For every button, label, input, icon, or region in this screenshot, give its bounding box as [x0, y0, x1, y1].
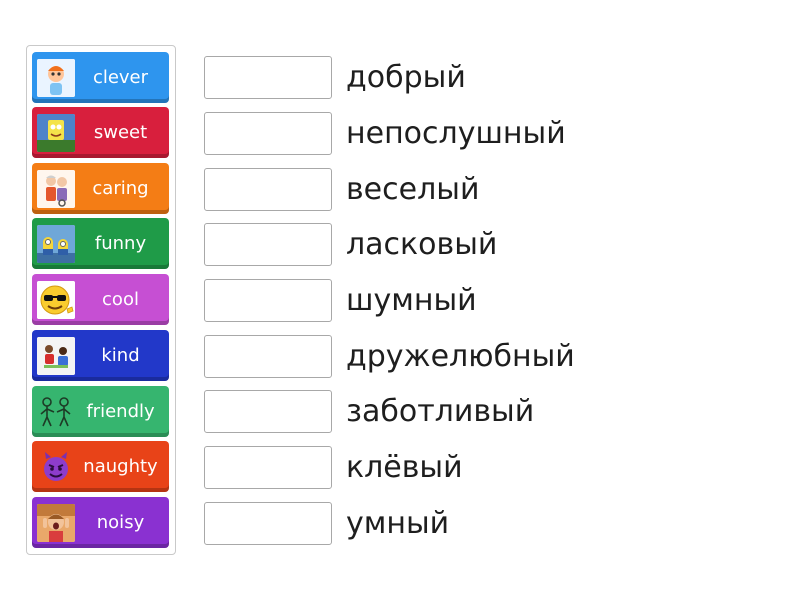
tile-label: noisy	[96, 512, 145, 533]
sunglasses-emoji-icon	[37, 280, 75, 319]
match-row: веселый	[204, 166, 479, 212]
tile-naughty[interactable]: naughty	[32, 441, 169, 492]
tile-sweet[interactable]: sweet	[32, 107, 169, 158]
children-helping-icon	[37, 336, 75, 375]
drop-box[interactable]	[204, 278, 332, 322]
drop-box[interactable]	[204, 111, 332, 155]
drop-box[interactable]	[204, 445, 332, 489]
target-word: веселый	[346, 171, 480, 207]
target-word: дружелюбный	[346, 338, 575, 374]
match-row: клёвый	[204, 444, 463, 490]
target-word: непослушный	[346, 115, 566, 151]
match-row: непослушный	[204, 110, 566, 156]
minions-icon	[37, 224, 75, 263]
target-word: клёвый	[346, 449, 463, 485]
match-row: шумный	[204, 277, 477, 323]
devil-emoji-icon	[37, 448, 75, 486]
tile-friendly[interactable]: friendly	[32, 386, 169, 437]
tile-label: friendly	[86, 401, 155, 422]
tile-label: kind	[101, 345, 140, 366]
tile-label: cool	[102, 289, 139, 310]
tile-label: naughty	[83, 456, 158, 477]
elderly-couple-icon	[37, 169, 75, 208]
drop-box[interactable]	[204, 222, 332, 266]
sponge-cartoon-icon	[37, 113, 75, 152]
match-row: дружелюбный	[204, 333, 575, 379]
target-word: добрый	[346, 59, 466, 95]
tile-label: clever	[92, 67, 149, 88]
drop-box[interactable]	[204, 55, 332, 99]
target-word: шумный	[346, 282, 477, 318]
tile-label: sweet	[93, 122, 148, 143]
tile-cool[interactable]: cool	[32, 274, 169, 325]
tile-funny[interactable]: funny	[32, 218, 169, 269]
drop-box[interactable]	[204, 167, 332, 211]
drop-box[interactable]	[204, 501, 332, 545]
match-row: заботливый	[204, 388, 534, 434]
tile-label: caring	[92, 178, 149, 199]
match-row: ласковый	[204, 221, 497, 267]
shouting-boy-icon	[37, 503, 75, 542]
tile-label: funny	[94, 233, 147, 254]
drop-box[interactable]	[204, 334, 332, 378]
drop-box[interactable]	[204, 389, 332, 433]
tile-clever[interactable]: clever	[32, 52, 169, 103]
tile-noisy[interactable]: noisy	[32, 497, 169, 548]
friends-sketch-icon	[37, 393, 75, 431]
tile-kind[interactable]: kind	[32, 330, 169, 381]
match-up-activity: clever sweet caring funny cool kind frie…	[0, 0, 800, 600]
boy-cartoon-icon	[37, 58, 75, 97]
answer-tiles-panel: clever sweet caring funny cool kind frie…	[26, 45, 176, 555]
target-word: заботливый	[346, 393, 535, 429]
target-word: ласковый	[346, 226, 498, 262]
match-row: умный	[204, 500, 449, 546]
target-word: умный	[346, 505, 450, 541]
match-row: добрый	[204, 54, 466, 100]
tile-caring[interactable]: caring	[32, 163, 169, 214]
